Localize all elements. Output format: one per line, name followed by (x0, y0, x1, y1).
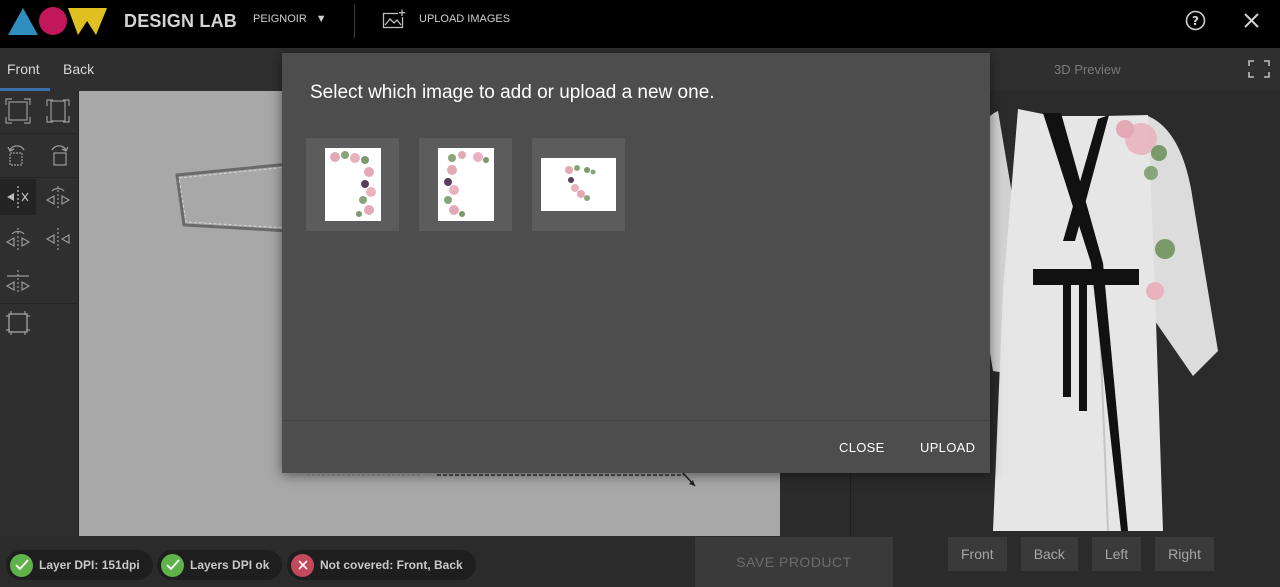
status-not-covered: Not covered: Front, Back (287, 550, 476, 580)
upload-images-button[interactable]: UPLOAD IMAGES (382, 9, 510, 29)
save-product-button[interactable]: SAVE PRODUCT (695, 537, 893, 587)
upload-button[interactable]: UPLOAD (920, 440, 975, 455)
divider (0, 303, 79, 304)
brand-title: DESIGN LAB (124, 11, 238, 31)
image-thumbnail-3[interactable] (532, 138, 625, 231)
preview-title: 3D Preview (1054, 62, 1121, 77)
divider (0, 177, 79, 178)
rotate-left-icon[interactable] (0, 137, 36, 173)
floral-image (437, 148, 494, 221)
align-center-icon[interactable] (0, 263, 36, 299)
help-circle-icon[interactable]: ? (1185, 10, 1206, 31)
divider (354, 4, 355, 38)
center-horizontal-icon[interactable] (0, 179, 36, 215)
mirror-left-icon[interactable] (0, 221, 36, 257)
status-label: Layers DPI ok (190, 558, 270, 572)
tool-panel (0, 91, 79, 536)
image-list (306, 138, 625, 231)
image-upload-icon (382, 9, 406, 29)
floral-image (324, 148, 381, 221)
status-label: Not covered: Front, Back (320, 558, 463, 572)
view-left-button[interactable]: Left (1091, 537, 1142, 571)
error-x-icon (291, 553, 314, 577)
status-label: Layer DPI: 151dpi (39, 558, 140, 572)
status-layer-dpi: Layer DPI: 151dpi (6, 550, 153, 580)
view-right-button[interactable]: Right (1155, 537, 1214, 571)
image-thumbnail-2[interactable] (419, 138, 512, 231)
product-dropdown[interactable]: PEIGNOIR ▼ (253, 13, 327, 25)
product-name: PEIGNOIR (253, 13, 307, 25)
rotate-right-icon[interactable] (40, 137, 76, 173)
floral-image (541, 158, 616, 211)
dialog-title: Select which image to add or upload a ne… (310, 82, 715, 103)
fullscreen-icon[interactable] (1248, 60, 1270, 78)
flip-horizontal-icon[interactable] (40, 179, 76, 215)
svg-text:?: ? (1192, 14, 1199, 28)
close-icon[interactable] (1242, 11, 1261, 30)
dialog-footer: CLOSE UPLOAD (282, 420, 990, 473)
mirror-right-icon[interactable] (40, 221, 76, 257)
fill-area-icon[interactable] (0, 305, 36, 341)
aow-logo (8, 7, 107, 35)
upload-images-label: UPLOAD IMAGES (419, 13, 511, 25)
view-back-button[interactable]: Back (1020, 537, 1078, 571)
view-front-button[interactable]: Front (948, 537, 1007, 571)
check-icon (161, 553, 184, 577)
divider (0, 133, 79, 134)
status-layers-dpi: Layers DPI ok (157, 550, 283, 580)
view-switcher: Front Back Left Right (948, 537, 1214, 571)
fit-height-icon[interactable] (40, 93, 76, 129)
tab-front[interactable]: Front (7, 61, 40, 77)
top-bar: DESIGN LAB PEIGNOIR ▼ UPLOAD IMAGES ? (0, 0, 1280, 48)
image-picker-dialog: Select which image to add or upload a ne… (282, 53, 990, 473)
check-icon (10, 553, 33, 577)
tab-back[interactable]: Back (63, 61, 94, 77)
fit-width-icon[interactable] (0, 93, 36, 129)
image-thumbnail-1[interactable] (306, 138, 399, 231)
close-button[interactable]: CLOSE (839, 440, 885, 455)
chevron-down-icon: ▼ (315, 13, 327, 25)
